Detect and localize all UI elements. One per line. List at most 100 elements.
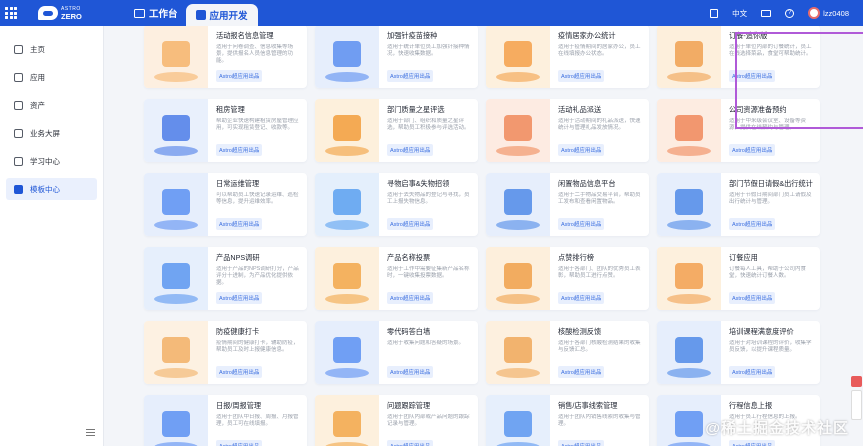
- template-card[interactable]: 点赞排行榜 适用于各部门、团队的优秀员工表彰，帮助员工进行点赞。 Astro超应用出…: [486, 247, 649, 310]
- template-title: 点赞排行榜: [558, 253, 594, 262]
- collapse-sidebar-icon[interactable]: [86, 429, 95, 436]
- template-thumbnail: [144, 173, 208, 236]
- template-card[interactable]: 活动礼品派送 适用于活动期间的礼品派送，快速统计与管理礼品发放情况。 Astro超应…: [486, 99, 649, 162]
- template-tag: Astro超应用出品: [216, 366, 263, 378]
- template-card[interactable]: 日常运维管理 可以帮助员工快速记录运维、巡检等信息，提升运维效率。 Astro超应用…: [144, 173, 307, 236]
- template-title: 防疫健康打卡: [216, 327, 260, 336]
- help-button[interactable]: ?: [785, 8, 795, 18]
- template-card[interactable]: 闲置物品信息平台 适用于二手物品交易平台，帮助员工发布和查看闲置物品。 Astro超…: [486, 173, 649, 236]
- template-thumbnail: [315, 321, 379, 384]
- username: lzz0408: [823, 8, 849, 18]
- template-card[interactable]: 部门质量之星评选 适用于部门、组织和质量之星评选，帮助员工积极参与评选活动。 Ast…: [315, 99, 478, 162]
- template-title: 疫情居家办公统计: [558, 31, 616, 40]
- home-icon: [14, 44, 23, 54]
- sidebar-item-home[interactable]: 主页: [6, 38, 97, 60]
- template-title: 寻物启事&失物招领: [387, 179, 450, 188]
- sidebar-item-template[interactable]: 模板中心: [6, 178, 97, 200]
- template-title: 部门节假日请假&出行统计: [729, 179, 813, 188]
- avatar: [808, 7, 821, 19]
- template-title: 订餐应用: [729, 253, 758, 262]
- template-thumbnail: [315, 395, 379, 446]
- sidebar-item-label: 主页: [30, 44, 45, 54]
- template-tag: Astro超应用出品: [216, 292, 263, 304]
- template-title: 租房管理: [216, 105, 245, 114]
- template-card[interactable]: 培训课程满意度评价 适用于对培训课程的评价，收集学员反馈，以提升课程质量。 Astr…: [657, 321, 820, 384]
- app-dev-icon: [195, 10, 206, 20]
- template-thumbnail: [486, 321, 550, 384]
- side-toolbar[interactable]: [851, 390, 862, 420]
- template-thumbnail: [657, 247, 721, 310]
- template-card[interactable]: 日报/周报管理适用于团队中日报、周报、月报管理，员工可在线填报。 Astro超应用…: [144, 395, 307, 446]
- template-thumbnail: [144, 321, 208, 384]
- template-thumbnail: [315, 247, 379, 310]
- sidebar-item-label: 业务大屏: [30, 128, 60, 138]
- template-tag: Astro超应用出品: [558, 70, 605, 82]
- template-title: 问题跟踪管理: [387, 401, 431, 410]
- template-thumbnail: [657, 321, 721, 384]
- template-tag: Astro超应用出品: [387, 366, 434, 378]
- template-tag: Astro超应用出品: [729, 218, 776, 230]
- sidebar-item-screen[interactable]: 业务大屏: [6, 122, 97, 144]
- template-card[interactable]: 寻物启事&失物招领适用于丢失物品的登记与寻找，员工上报失物信息。 Astro超应用…: [315, 173, 478, 236]
- template-title: 日常运维管理: [216, 179, 260, 188]
- template-description: 适用于丢失物品的登记与寻找，员工上报失物信息。: [387, 192, 470, 205]
- template-card[interactable]: 租房管理 帮助企业快速构建租赁房屋管理应用，可实现租赁登记、收款等。 Astro超应…: [144, 99, 307, 162]
- template-thumbnail: [144, 99, 208, 162]
- tab-workbench[interactable]: 工作台: [126, 0, 186, 26]
- top-bar: ASTRO ZERO 工作台 应用开发 中文 ? lzz0408: [0, 0, 863, 26]
- template-tag: Astro超应用出品: [387, 70, 434, 82]
- template-description: 适用于疫情期间的居家办公，员工在线填报办公状态。: [558, 44, 641, 57]
- feedback-button[interactable]: [851, 376, 862, 387]
- template-tag: Astro超应用出品: [387, 144, 434, 156]
- template-card[interactable]: 产品名称投票 适用于工作中需要征集新产品名称时，一键收集投票数据。 Astro超应用…: [315, 247, 478, 310]
- asset-icon: [14, 100, 23, 110]
- template-card[interactable]: 问题跟踪管理适用于团队内部或产品问题的跟踪记录与管理。 Astro超应用出品: [315, 395, 478, 446]
- tab-label: 工作台: [149, 9, 178, 20]
- template-card[interactable]: 核酸检测反馈 适用于各部门核酸检测结果的收集与反馈汇总。 Astro超应用出品: [486, 321, 649, 384]
- template-card[interactable]: 活动报名信息管理 适用于问卷调查、信息收集等场景，提供报名人员信息管理的功能。 As…: [144, 26, 307, 88]
- template-card[interactable]: 加强针疫苗接种 适用于统计单位员工加强针接种情况，快速收集数据。 Astro超应用出…: [315, 26, 478, 88]
- user-menu[interactable]: lzz0408: [808, 7, 849, 19]
- template-thumbnail: [657, 173, 721, 236]
- template-tag: Astro超应用出品: [216, 218, 263, 230]
- template-thumbnail: [486, 99, 550, 162]
- docs-button[interactable]: [710, 8, 719, 18]
- brand-logo[interactable]: ASTRO ZERO: [38, 6, 126, 20]
- template-thumbnail: [144, 247, 208, 310]
- template-tag: Astro超应用出品: [387, 218, 434, 230]
- template-description: 帮助企业快速构建租赁房屋管理应用，可实现租赁登记、收款等。: [216, 118, 299, 131]
- template-title: 闲置物品信息平台: [558, 179, 616, 188]
- template-card[interactable]: 部门节假日请假&出行统计适用于节假日期间部门员工请假及出行统计与管理。 Astro…: [657, 173, 820, 236]
- template-thumbnail: [486, 247, 550, 310]
- template-tag: Astro超应用出品: [216, 440, 263, 446]
- template-card[interactable]: 零代码答白墙 适用于收集问题和答疑的场景。 Astro超应用出品: [315, 321, 478, 384]
- template-tag: Astro超应用出品: [387, 292, 434, 304]
- tab-label: 应用开发: [209, 11, 248, 22]
- template-thumbnail: [486, 173, 550, 236]
- template-title: 日报/周报管理: [216, 401, 262, 410]
- astro-logo-icon: [38, 6, 58, 20]
- sidebar-item-app[interactable]: 应用: [6, 66, 97, 88]
- tab-app-development[interactable]: 应用开发: [185, 4, 258, 26]
- template-title: 活动报名信息管理: [216, 31, 274, 40]
- template-tag: Astro超应用出品: [387, 440, 434, 446]
- language-switch[interactable]: 中文: [732, 8, 747, 19]
- template-thumbnail: [486, 26, 550, 88]
- messages-button[interactable]: [761, 9, 772, 17]
- app-icon: [14, 72, 23, 82]
- template-thumbnail: [657, 26, 721, 88]
- template-description: 适用于统计单位员工加强针接种情况，快速收集数据。: [387, 44, 470, 57]
- template-card[interactable]: 产品NPS调研 适用于产品的NPS调研打分，产品评分十进制，为产品优化提供依据。 A…: [144, 247, 307, 310]
- app-grid-icon[interactable]: [0, 0, 22, 26]
- template-description: 适用于团队内部或产品问题的跟踪记录与管理。: [387, 414, 470, 427]
- sidebar-item-learn[interactable]: 学习中心: [6, 150, 97, 172]
- template-card[interactable]: 销售/店事线索管理适用于团队内销售线索的收集与管理。 Astro超应用出品: [486, 395, 649, 446]
- template-description: 适用于产品的NPS调研打分，产品评分十进制，为产品优化提供依据。: [216, 266, 299, 286]
- sidebar-item-asset[interactable]: 资产: [6, 94, 97, 116]
- template-card[interactable]: 疫情居家办公统计适用于疫情期间的居家办公，员工在线填报办公状态。 Astro超应用…: [486, 26, 649, 88]
- template-card[interactable]: 防疫健康打卡 疫情期间的健康打卡，辅助防疫，帮助员工及时上报健康信息。 Astro超…: [144, 321, 307, 384]
- template-tag: Astro超应用出品: [558, 440, 605, 446]
- template-description: 适用于节假日期间部门员工请假及出行统计与管理。: [729, 192, 812, 205]
- template-description: 适用于各部门核酸检测结果的收集与反馈汇总。: [558, 340, 641, 353]
- template-card[interactable]: 订餐应用 订餐每人工具，帮助于公司内食堂，快速统计订餐人数。 Astro超应用出品: [657, 247, 820, 310]
